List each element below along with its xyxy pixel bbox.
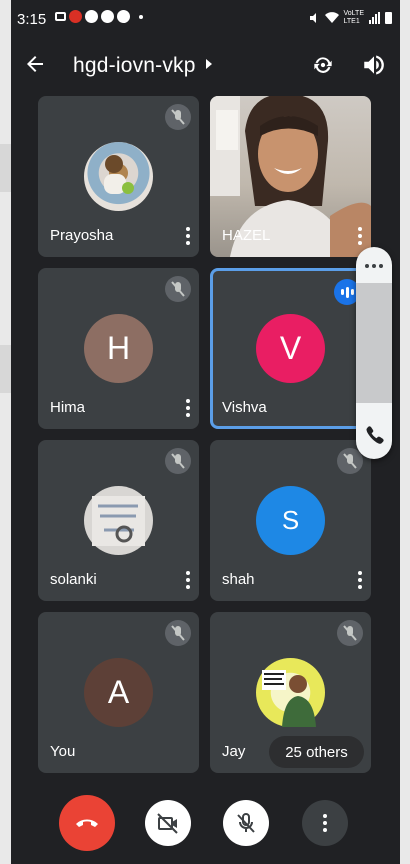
chevron-right-icon[interactable]: [206, 59, 212, 69]
panel-drag-area[interactable]: [356, 283, 392, 403]
network-type-icon: VoLTE LTE1: [343, 10, 365, 25]
screen-record-icon: [55, 12, 66, 21]
participant-avatar: A: [84, 658, 153, 727]
system-icons: VoLTE LTE1: [308, 10, 392, 26]
end-call-icon: [76, 819, 98, 827]
participant-photo: [256, 658, 325, 727]
mic-off-icon: [237, 813, 255, 833]
camera-off-icon: [157, 813, 178, 834]
switch-camera-icon[interactable]: [310, 52, 336, 78]
more-vert-icon[interactable]: [355, 569, 365, 591]
participant-name: You: [50, 743, 76, 760]
mic-off-icon: [165, 276, 191, 302]
status-bar: 3:15 VoLTE LTE1: [11, 0, 400, 40]
participant-name: Prayosha: [50, 227, 114, 244]
mute-icon: [309, 13, 316, 23]
meet-call-screen: 3:15 VoLTE LTE1 hgd-iovn-vkp Prayosha HA…: [11, 0, 400, 864]
others-button[interactable]: 25 others: [269, 736, 364, 768]
more-vert-icon[interactable]: [183, 569, 193, 591]
back-arrow-icon[interactable]: [23, 52, 47, 76]
status-time: 3:15: [17, 11, 47, 28]
end-call-button[interactable]: [59, 795, 115, 851]
mic-off-icon: [165, 104, 191, 130]
app-notification-icon: [85, 10, 98, 23]
participant-name: Vishva: [222, 399, 267, 416]
participant-photo: [84, 142, 153, 211]
participant-name: solanki: [50, 571, 97, 588]
notification-icons: [55, 10, 143, 23]
facebook-icon: [117, 10, 130, 23]
participant-photo: [84, 486, 153, 555]
participant-name: Jay: [222, 743, 246, 760]
participant-name: Hima: [50, 399, 86, 416]
call-header: hgd-iovn-vkp: [11, 46, 400, 86]
background-strip: [0, 144, 11, 192]
camera-toggle-button[interactable]: [145, 800, 191, 846]
more-horiz-icon[interactable]: [356, 247, 392, 283]
app-notification-icon: [101, 10, 114, 23]
more-notifications-icon: [139, 14, 143, 19]
more-vert-icon[interactable]: [183, 397, 193, 419]
participant-tile-self[interactable]: A You: [38, 612, 199, 773]
more-vert-icon: [323, 814, 327, 832]
speaker-icon[interactable]: [361, 52, 387, 78]
call-controls: [11, 785, 400, 864]
participant-name: shah: [222, 571, 255, 588]
mic-off-icon: [337, 620, 363, 646]
more-vert-icon[interactable]: [355, 225, 365, 247]
meeting-code[interactable]: hgd-iovn-vkp: [73, 54, 196, 78]
participant-name: HAZEL: [222, 227, 271, 244]
mic-toggle-button[interactable]: [223, 800, 269, 846]
more-vert-icon[interactable]: [183, 225, 193, 247]
more-options-button[interactable]: [302, 800, 348, 846]
floating-call-panel[interactable]: [356, 247, 392, 459]
app-notification-icon: [69, 10, 82, 23]
background-strip: [0, 345, 11, 393]
participant-avatar: V: [256, 314, 325, 383]
battery-icon: [385, 12, 392, 24]
phone-icon[interactable]: [356, 417, 392, 453]
participant-avatar: H: [84, 314, 153, 383]
participant-tile[interactable]: Prayosha: [38, 96, 199, 257]
participant-tile[interactable]: HAZEL: [210, 96, 371, 257]
participant-avatar: S: [256, 486, 325, 555]
mic-off-icon: [165, 620, 191, 646]
participant-tile[interactable]: S shah: [210, 440, 371, 601]
participant-tile[interactable]: H Hima: [38, 268, 199, 429]
wifi-icon: [324, 12, 339, 23]
participant-tile[interactable]: solanki: [38, 440, 199, 601]
signal-icon: [369, 12, 380, 24]
participant-tile-active-speaker[interactable]: V Vishva: [210, 268, 371, 429]
mic-off-icon: [165, 448, 191, 474]
